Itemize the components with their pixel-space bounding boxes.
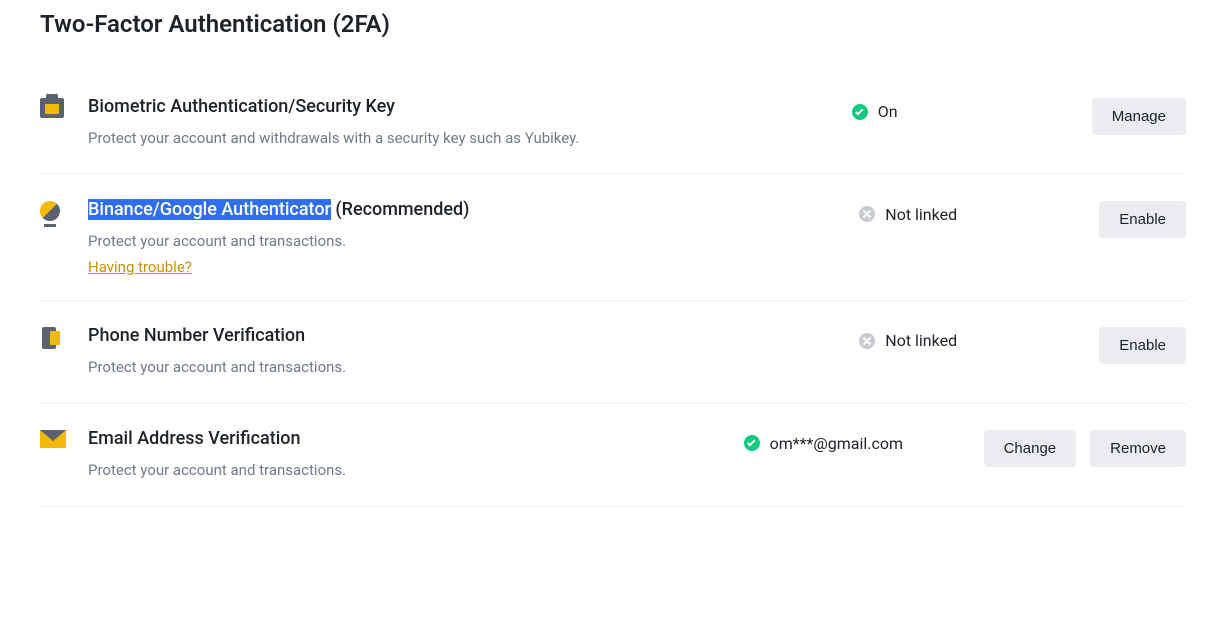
row-main: Phone Number Verification Protect your a… (88, 325, 859, 379)
status-text: Not linked (885, 331, 957, 350)
row-title: Biometric Authentication/Security Key (88, 96, 852, 117)
enable-button[interactable]: Enable (1099, 327, 1186, 364)
row-email: Email Address Verification Protect your … (40, 404, 1186, 507)
status-text: om***@gmail.com (770, 434, 903, 453)
row-title: Binance/Google Authenticator (Recommende… (88, 199, 859, 220)
status-off-icon (859, 333, 875, 349)
row-desc: Protect your account and transactions. (88, 459, 744, 482)
section-title: Two-Factor Authentication (2FA) (40, 10, 1186, 38)
row-title-rest: (Recommended) (331, 199, 470, 220)
enable-button[interactable]: Enable (1099, 201, 1186, 238)
having-trouble-link[interactable]: Having trouble? (88, 258, 192, 276)
row-status: Not linked (859, 199, 1079, 224)
status-off-icon (859, 206, 875, 222)
status-text: On (878, 102, 898, 121)
status-on-icon (744, 435, 760, 451)
row-desc: Protect your account and transactions. (88, 356, 859, 379)
row-actions: Manage (1072, 96, 1186, 135)
status-on-icon (852, 104, 868, 120)
row-actions: Enable (1079, 199, 1186, 238)
row-status: On (852, 96, 1072, 121)
row-title: Phone Number Verification (88, 325, 859, 346)
manage-button[interactable]: Manage (1092, 98, 1186, 135)
security-2fa-section: Two-Factor Authentication (2FA) Biometri… (0, 0, 1226, 546)
row-desc: Protect your account and transactions. (88, 230, 859, 253)
row-actions: Enable (1079, 325, 1186, 364)
row-biometric: Biometric Authentication/Security Key Pr… (40, 72, 1186, 175)
row-title-highlight: Binance/Google Authenticator (88, 199, 331, 220)
row-main: Biometric Authentication/Security Key Pr… (88, 96, 852, 150)
row-main: Binance/Google Authenticator (Recommende… (88, 199, 859, 277)
remove-button[interactable]: Remove (1090, 430, 1186, 467)
status-text: Not linked (885, 205, 957, 224)
biometric-icon (40, 96, 88, 118)
row-title: Email Address Verification (88, 428, 744, 449)
row-main: Email Address Verification Protect your … (88, 428, 744, 482)
row-phone: Phone Number Verification Protect your a… (40, 301, 1186, 404)
phone-icon (40, 325, 88, 349)
row-status: Not linked (859, 325, 1079, 350)
email-icon (40, 428, 88, 448)
row-status: om***@gmail.com (744, 428, 964, 453)
change-button[interactable]: Change (984, 430, 1077, 467)
row-authenticator: Binance/Google Authenticator (Recommende… (40, 175, 1186, 302)
row-actions: Change Remove (964, 428, 1186, 467)
row-desc: Protect your account and withdrawals wit… (88, 127, 852, 150)
authenticator-icon (40, 199, 88, 221)
